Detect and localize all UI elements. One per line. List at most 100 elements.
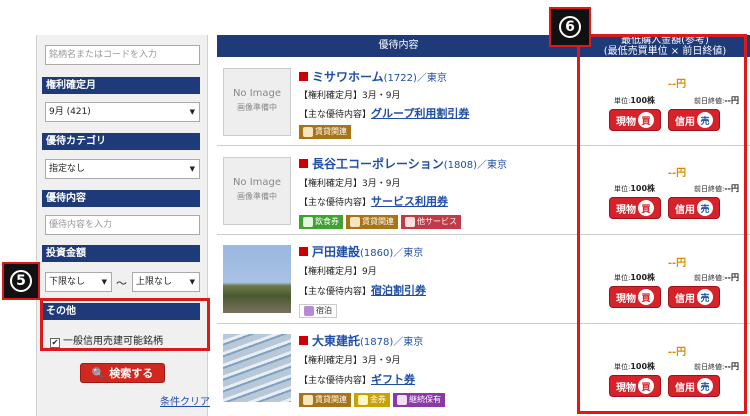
tag-label: 継続保有 [409,395,441,404]
main-benefit-line: 【主な優待内容】宿泊割引券 [299,282,426,298]
range-tilde: 〜 [116,277,127,290]
rights-label: 【権利確定月】 [299,267,363,277]
rights-month-select[interactable]: 9月 (421) ▼ [45,102,200,122]
min-amount-value: 下限なし [49,277,86,287]
company-name: 大東建託 [312,334,361,348]
flag-icon [299,336,308,345]
no-image-text: No Image [232,88,282,99]
tag-voucher: 金券 [354,393,390,407]
long-term-icon [397,395,407,405]
rights-month-value: 9月 (421) [49,107,91,117]
company-name-link[interactable]: ミサワホーム(1722)／東京 [299,68,447,85]
tag-rental: 賃貸関連 [299,125,351,139]
annotation-badge-6: 6 [549,7,591,47]
tag-label: 賃貸関連 [315,127,347,136]
min-amount-select[interactable]: 下限なし ▼ [45,272,112,292]
main-benefit-line: 【主な優待内容】グループ利用割引券 [299,105,469,121]
chevron-down-icon: ▼ [189,108,195,116]
benefit-header: 優待内容 [42,190,200,207]
main-benefit-label: 【主な優待内容】 [299,376,372,386]
no-image-sub: 画像準備中 [237,192,277,201]
category-select[interactable]: 指定なし ▼ [45,159,200,179]
tag-label: 飲食券 [315,217,339,226]
tag-food: 飲食券 [299,215,343,229]
company-name-link[interactable]: 戸田建設(1860)／東京 [299,243,423,260]
no-image-sub: 画像準備中 [237,103,277,112]
category-header: 優待カテゴリ [42,133,200,150]
company-meta: (1878)／東京 [360,337,424,348]
tag-lodging: 宿泊 [299,304,337,318]
search-button-label: 検索する [109,367,154,380]
tag-label: 賃貸関連 [362,217,394,226]
benefit-link[interactable]: グループ利用割引券 [371,107,469,120]
company-name-link[interactable]: 長谷工コーポレーション(1808)／東京 [299,155,507,172]
company-meta: (1860)／東京 [360,248,424,259]
rights-months: 9月 [362,267,377,277]
no-image-placeholder: No Image 画像準備中 [223,157,291,225]
rights-month-line: 【権利確定月】3月・9月 [299,176,400,189]
search-button[interactable]: 🔍 検索する [80,363,165,383]
badge-number: 5 [10,270,32,292]
flag-icon [299,72,308,81]
rights-months: 3月・9月 [362,356,401,366]
benefit-link[interactable]: 宿泊割引券 [371,284,426,297]
company-name: ミサワホーム [312,70,384,84]
rights-month-header: 権利確定月 [42,77,200,94]
rental-icon [303,395,313,405]
company-photo [223,245,291,313]
benefit-link[interactable]: ギフト券 [371,373,415,386]
search-icon: 🔍 [91,367,106,380]
tag-label: 金券 [370,395,386,404]
flag-icon [299,159,308,168]
rights-label: 【権利確定月】 [299,179,363,189]
tag-label: 宿泊 [316,306,332,315]
lodging-icon [304,306,314,316]
tag-list: 飲食券 賃貸関連 他サービス [299,215,461,229]
tag-rental: 賃貸関連 [299,393,351,407]
rental-icon [350,217,360,227]
main-benefit-line: 【主な優待内容】ギフト券 [299,371,415,387]
benefit-input[interactable]: 優待内容を入力 [45,215,200,235]
clear-conditions-link[interactable]: 条件クリア [160,393,210,408]
rights-month-line: 【権利確定月】3月・9月 [299,88,400,101]
main-benefit-label: 【主な優待内容】 [299,287,372,297]
main-benefit-label: 【主な優待内容】 [299,198,372,208]
tag-list: 宿泊 [299,304,337,318]
flag-icon [299,247,308,256]
chevron-down-icon: ▼ [101,278,107,286]
company-photo [223,334,291,402]
tag-other-service: 他サービス [401,215,461,229]
main-benefit-line: 【主な優待内容】サービス利用券 [299,193,448,209]
benefit-column-header: 優待内容 [217,35,580,57]
main-benefit-label: 【主な優待内容】 [299,110,372,120]
rights-label: 【権利確定月】 [299,91,363,101]
max-amount-value: 上限なし [136,277,173,287]
no-image-placeholder: No Image 画像準備中 [223,68,291,136]
no-image-text: No Image [232,177,282,188]
company-meta: (1808)／東京 [443,160,508,171]
search-sidebar: 銘柄名またはコードを入力 権利確定月 9月 (421) ▼ 優待カテゴリ 指定なし… [36,35,208,416]
category-value: 指定なし [49,164,86,174]
stock-search-input[interactable]: 銘柄名またはコードを入力 [45,45,200,65]
company-meta: (1722)／東京 [383,73,447,84]
highlight-box-price [577,34,747,414]
tag-rental: 賃貸関連 [346,215,398,229]
max-amount-select[interactable]: 上限なし ▼ [132,272,200,292]
company-name: 長谷工コーポレーション [312,157,444,171]
voucher-icon [358,395,368,405]
rights-months: 3月・9月 [362,91,401,101]
rental-icon [303,127,313,137]
badge-number: 6 [559,16,581,38]
annotation-badge-5: 5 [2,262,40,300]
service-icon [405,217,415,227]
food-icon [303,217,313,227]
rights-month-line: 【権利確定月】3月・9月 [299,353,400,366]
tag-label: 他サービス [417,217,457,226]
benefit-link[interactable]: サービス利用券 [371,195,448,208]
rights-month-line: 【権利確定月】9月 [299,264,377,277]
company-name-link[interactable]: 大東建託(1878)／東京 [299,332,423,349]
tag-list: 賃貸関連 金券 継続保有 [299,393,445,407]
tag-label: 賃貸関連 [315,395,347,404]
company-name: 戸田建設 [312,245,361,259]
investment-header: 投資金額 [42,245,200,262]
